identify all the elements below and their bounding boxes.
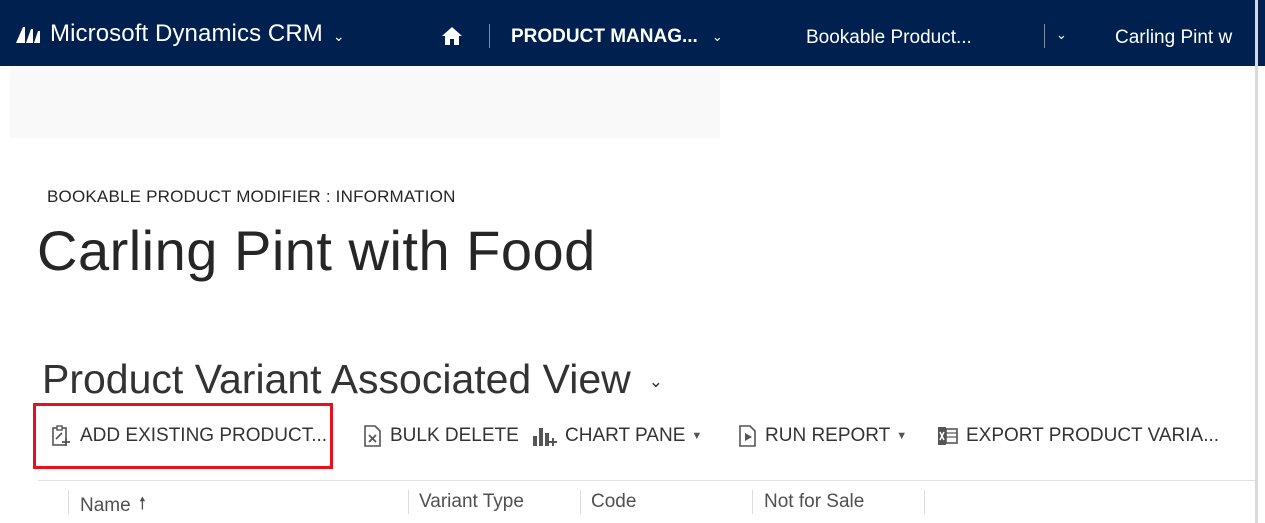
home-icon[interactable] <box>440 24 464 48</box>
chevron-down-icon: ⌄ <box>711 29 723 44</box>
chart-icon <box>533 428 557 446</box>
column-header-variant-type[interactable]: Variant Type <box>419 491 524 513</box>
chart-pane-button[interactable]: CHART PANE ▼ <box>531 424 702 448</box>
page-title: Carling Pint with Food <box>37 219 596 282</box>
area-label: PRODUCT MANAG... <box>511 26 698 47</box>
grid-header-divider <box>38 480 1255 481</box>
bulk-delete-icon <box>364 425 381 447</box>
scrollbar[interactable] <box>1255 0 1258 523</box>
run-report-button[interactable]: RUN REPORT ▼ <box>737 424 907 448</box>
bulk-delete-button[interactable]: BULK DELETE <box>362 424 519 448</box>
column-divider <box>68 490 69 514</box>
view-title: Product Variant Associated View <box>42 356 631 402</box>
bulk-delete-label: BULK DELETE <box>390 425 519 446</box>
top-navigation-bar: Microsoft Dynamics CRM ⌄ PRODUCT MANAG..… <box>0 0 1265 66</box>
column-header-label: Name <box>80 494 131 516</box>
column-header-not-for-sale[interactable]: Not for Sale <box>764 491 864 513</box>
column-header-code[interactable]: Code <box>591 491 636 513</box>
column-divider <box>580 490 581 514</box>
area-menu[interactable]: PRODUCT MANAG... ⌄ <box>511 26 723 48</box>
dropdown-arrow-icon: ▼ <box>896 430 908 442</box>
entity-nav-link[interactable]: Bookable Product... <box>806 27 972 49</box>
column-divider <box>408 490 409 514</box>
export-label: EXPORT PRODUCT VARIA... <box>966 425 1220 446</box>
column-header-label: Not for Sale <box>764 491 865 512</box>
view-selector[interactable]: Product Variant Associated View ⌄ <box>42 356 663 403</box>
app-name: Microsoft Dynamics CRM <box>50 20 323 47</box>
column-divider <box>752 490 753 514</box>
column-header-name[interactable]: Name 🠕 <box>80 491 146 520</box>
nav-divider <box>1044 24 1045 48</box>
excel-export-icon <box>938 427 958 445</box>
chevron-down-icon: ⌄ <box>648 371 664 391</box>
entity-dropdown-chevron-icon[interactable]: ⌄ <box>1056 27 1067 43</box>
highlight-box <box>33 403 333 469</box>
chevron-down-icon: ⌄ <box>332 27 345 44</box>
nav-divider <box>489 24 490 48</box>
form-breadcrumb: BOOKABLE PRODUCT MODIFIER : INFORMATION <box>47 187 456 206</box>
dropdown-arrow-icon: ▼ <box>691 430 703 442</box>
report-icon <box>739 425 756 447</box>
column-header-label: Variant Type <box>419 491 524 512</box>
dynamics-logo-icon <box>16 27 40 43</box>
sort-ascending-icon: 🠕 <box>138 494 146 513</box>
run-report-label: RUN REPORT <box>765 425 891 446</box>
record-nav-link[interactable]: Carling Pint w <box>1115 27 1232 49</box>
column-divider <box>924 490 925 514</box>
app-switcher[interactable]: Microsoft Dynamics CRM ⌄ <box>14 20 345 48</box>
export-button[interactable]: EXPORT PRODUCT VARIA... <box>936 424 1219 448</box>
chart-pane-label: CHART PANE <box>565 425 686 446</box>
column-header-label: Code <box>591 491 637 512</box>
header-placeholder <box>10 66 720 138</box>
